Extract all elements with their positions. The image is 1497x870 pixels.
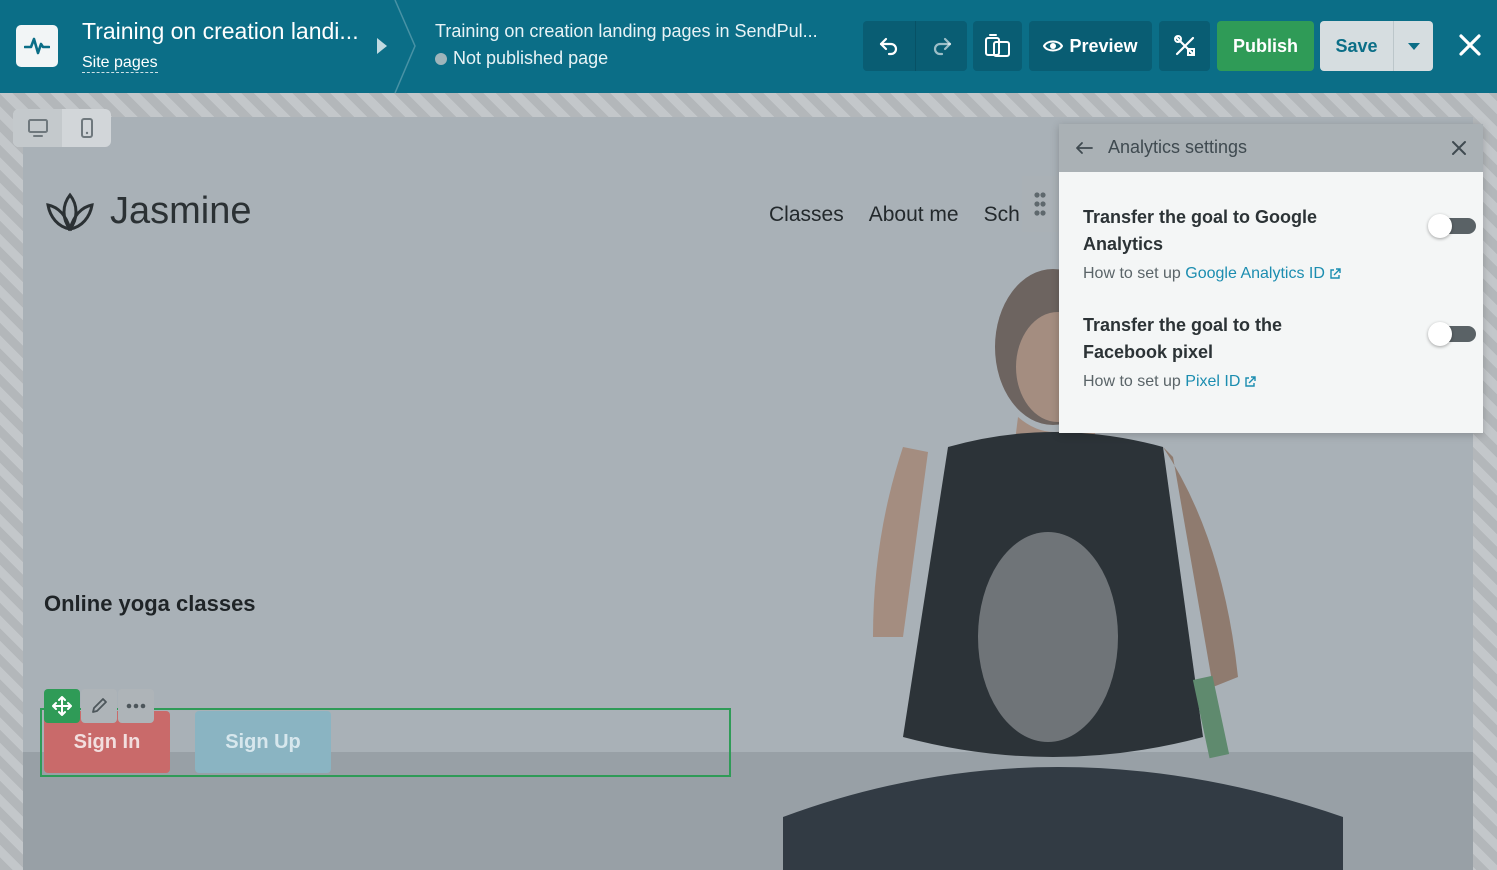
drag-handle[interactable] — [1022, 176, 1058, 232]
tools-icon — [1173, 35, 1195, 56]
tools-button[interactable] — [1159, 21, 1210, 71]
facebook-pixel-toggle[interactable] — [1428, 322, 1476, 346]
mobile-icon — [80, 118, 93, 138]
page-status: Not published page — [435, 48, 608, 69]
drag-dots-icon — [1034, 192, 1046, 216]
setting-facebook-pixel: Transfer the goal to the Facebook pixel … — [1083, 312, 1476, 391]
analytics-settings-panel: Analytics settings Transfer the goal to … — [1059, 124, 1483, 433]
preview-button[interactable]: Preview — [1029, 21, 1152, 71]
site-nav: Classes About me Sch — [769, 203, 1020, 227]
undo-button[interactable] — [863, 21, 915, 71]
lotus-icon — [46, 192, 94, 231]
arrow-left-icon — [1076, 142, 1093, 154]
edit-block-button[interactable] — [81, 689, 117, 723]
setting-label: Transfer the goal to the Facebook pixel — [1083, 315, 1283, 362]
close-icon — [1452, 141, 1466, 155]
external-link-icon — [1245, 376, 1257, 387]
page-status-text: Not published page — [453, 48, 609, 68]
chevron-down-icon — [1407, 42, 1420, 50]
close-icon — [1459, 34, 1481, 56]
nav-item-about-me[interactable]: About me — [869, 203, 959, 227]
google-analytics-id-link[interactable]: Google Analytics ID — [1185, 265, 1325, 282]
publish-button[interactable]: Publish — [1217, 21, 1314, 71]
undo-icon — [879, 37, 898, 56]
move-icon — [52, 696, 72, 716]
more-icon — [126, 703, 146, 709]
save-options-button[interactable] — [1393, 21, 1433, 71]
save-button[interactable]: Save — [1320, 21, 1393, 71]
brand-name: Jasmine — [110, 190, 252, 232]
help-prefix: How to set up — [1083, 265, 1186, 282]
preview-label: Preview — [1069, 35, 1138, 56]
help-prefix: How to set up — [1083, 373, 1186, 390]
block-toolbar — [44, 689, 154, 723]
mobile-view-button[interactable] — [62, 109, 111, 147]
nav-item-schedule[interactable]: Sch — [984, 203, 1020, 227]
close-editor-button[interactable] — [1452, 27, 1488, 63]
setting-help: How to set up Pixel ID — [1083, 373, 1463, 391]
brand: Jasmine — [44, 190, 252, 233]
nav-item-classes[interactable]: Classes — [769, 203, 844, 227]
move-block-button[interactable] — [44, 689, 80, 723]
sign-up-button[interactable]: Sign Up — [195, 711, 331, 773]
more-block-options-button[interactable] — [118, 689, 154, 723]
editor-topbar: Training on creation landi... Site pages… — [0, 0, 1497, 93]
desktop-icon — [27, 119, 48, 137]
toggle-knob — [1428, 322, 1452, 346]
pixel-id-link[interactable]: Pixel ID — [1185, 373, 1240, 390]
desktop-view-button[interactable] — [13, 109, 62, 147]
eye-icon — [1043, 40, 1064, 52]
redo-icon — [933, 37, 951, 56]
toggle-knob — [1428, 214, 1452, 238]
close-panel-button[interactable] — [1448, 137, 1470, 159]
pulse-logo-icon[interactable] — [16, 25, 58, 67]
files-button[interactable] — [973, 21, 1022, 71]
panel-title: Analytics settings — [1108, 137, 1248, 157]
breadcrumb-separator — [394, 0, 416, 93]
external-link-icon — [1330, 268, 1341, 279]
google-analytics-toggle[interactable] — [1428, 214, 1476, 238]
back-button[interactable] — [1073, 137, 1095, 159]
panel-header: Analytics settings — [1059, 124, 1483, 172]
redo-button[interactable] — [915, 21, 967, 71]
hero-title: Online yoga classes — [44, 591, 256, 616]
setting-help: How to set up Google Analytics ID — [1083, 265, 1463, 283]
caret-right-icon[interactable] — [377, 38, 387, 54]
setting-google-analytics: Transfer the goal to Google Analytics Ho… — [1083, 204, 1476, 283]
setting-label: Transfer the goal to Google Analytics — [1083, 207, 1318, 254]
status-dot — [435, 52, 447, 65]
site-pages-link[interactable]: Site pages — [82, 54, 158, 73]
device-switch — [13, 109, 111, 147]
page-title: Training on creation landing pages in Se… — [435, 21, 818, 41]
history-buttons — [863, 21, 967, 71]
pencil-icon — [92, 698, 107, 713]
files-icon — [984, 34, 1010, 57]
site-title: Training on creation landi... — [82, 18, 359, 44]
